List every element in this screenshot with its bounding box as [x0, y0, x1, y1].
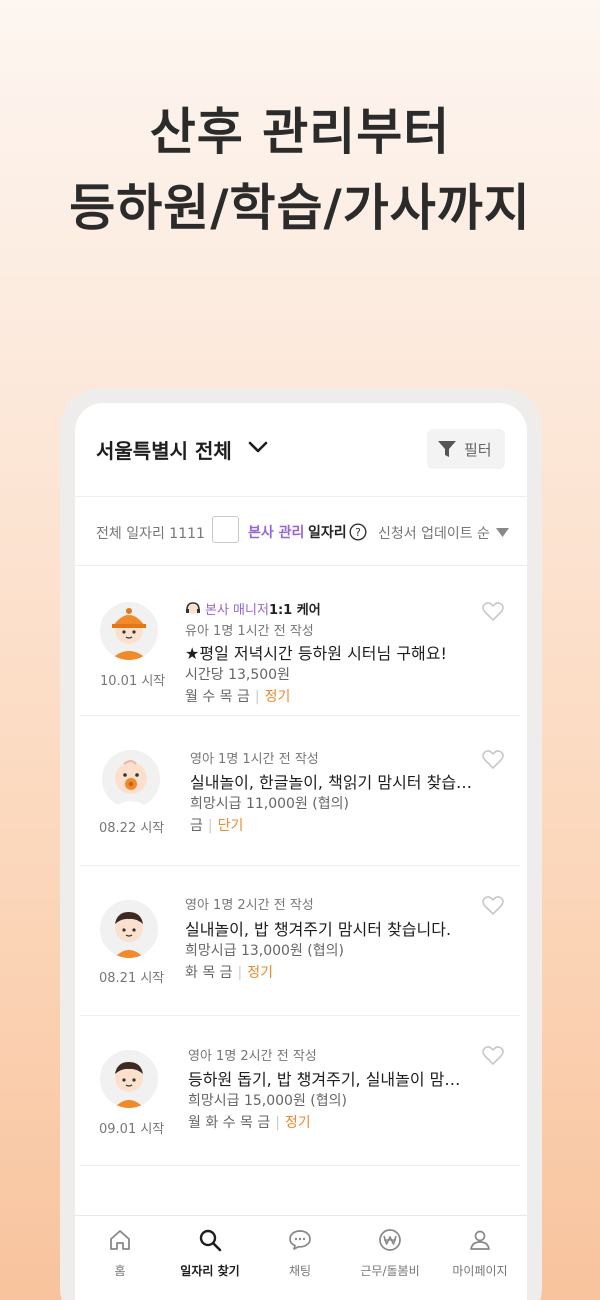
- job-card[interactable]: 08.22 시작 영아 1명 1시간 전 작성 실내놀이, 한글놀이, 책읽기 …: [80, 716, 520, 866]
- chevron-down-icon[interactable]: [247, 439, 269, 455]
- heart-icon[interactable]: [482, 1046, 504, 1066]
- sort-caret-down-icon[interactable]: [496, 528, 509, 537]
- help-question-icon[interactable]: ?: [349, 523, 367, 541]
- job-schedule: 월 화 수 목 금 | 정기: [188, 1115, 311, 1131]
- won-coin-icon: [379, 1229, 401, 1251]
- job-meta: 영아 1명 2시간 전 작성: [188, 1049, 317, 1064]
- manager-badge-label: 본사 매니저: [205, 603, 269, 618]
- job-days: 월 화 수 목 금: [188, 1115, 271, 1131]
- job-schedule: 월 수 목 금 | 정기: [185, 689, 291, 705]
- job-card[interactable]: 08.21 시작 영아 1명 2시간 전 작성 실내놀이, 밥 챙겨주기 맘시터…: [80, 866, 520, 1016]
- list-options-bar: 전체 일자리 1111 본사 관리 일자리 ? 신청서 업데이트 순: [75, 498, 527, 566]
- baby-pacifier-avatar: [102, 750, 160, 808]
- job-meta: 영아 1명 1시간 전 작성: [190, 752, 319, 767]
- filter-button[interactable]: 필터: [427, 429, 505, 469]
- nav-job-search-label: 일자리 찾기: [180, 1264, 240, 1278]
- child-orange-hat-avatar: [100, 602, 158, 660]
- job-days: 금: [190, 818, 203, 834]
- job-days: 월 수 목 금: [185, 689, 250, 705]
- filter-funnel-icon: [438, 441, 456, 457]
- job-wage: 희망시급 15,000원 (협의): [188, 1093, 347, 1109]
- filter-label: 필터: [464, 441, 492, 459]
- job-schedule: 금 | 단기: [190, 818, 244, 834]
- job-wage: 희망시급 13,000원 (협의): [185, 943, 344, 959]
- app-screen: 서울특별시 전체 필터 전체 일자리 1111 본사 관리 일자리 ? 신청서 …: [75, 403, 527, 1300]
- search-icon: [199, 1229, 222, 1252]
- svg-text:?: ?: [355, 526, 361, 539]
- job-meta: 유아 1명 1시간 전 작성: [185, 624, 314, 639]
- nav-job-search[interactable]: 일자리 찾기: [165, 1216, 255, 1296]
- nav-work-pay-label: 근무/돌봄비: [360, 1264, 420, 1278]
- job-wage: 희망시급 11,000원 (협의): [190, 796, 349, 812]
- top-bar: 서울특별시 전체 필터: [75, 403, 527, 497]
- job-term: 정기: [284, 1115, 311, 1131]
- job-term: 정기: [264, 689, 291, 705]
- job-title[interactable]: 등하원 돕기, 밥 챙겨주기, 실내놀이 맘시터…: [188, 1066, 475, 1090]
- headline-line-1: 산후 관리부터: [149, 103, 451, 161]
- start-date: 10.01 시작: [100, 674, 166, 689]
- total-jobs-count: 전체 일자리 1111: [96, 526, 205, 542]
- nav-home-label: 홈: [114, 1264, 126, 1278]
- person-icon: [470, 1230, 490, 1250]
- baby-boy-avatar: [100, 1050, 158, 1108]
- heart-icon[interactable]: [482, 896, 504, 916]
- heart-icon[interactable]: [482, 602, 504, 622]
- care-badge-label: 1:1 케어: [268, 603, 321, 618]
- job-card[interactable]: 09.01 시작 영아 1명 2시간 전 작성 등하원 돕기, 밥 챙겨주기, …: [80, 1016, 520, 1166]
- manager-badge: 본사 매니저1:1 케어: [185, 599, 321, 618]
- manager-headset-icon: [186, 602, 200, 614]
- job-term: 정기: [247, 965, 274, 981]
- home-icon: [110, 1230, 130, 1250]
- start-date: 08.22 시작: [99, 821, 165, 836]
- nav-mypage[interactable]: 마이페이지: [435, 1216, 525, 1296]
- heart-icon[interactable]: [482, 750, 504, 770]
- job-meta: 영아 1명 2시간 전 작성: [185, 898, 314, 913]
- nav-work-pay[interactable]: 근무/돌봄비: [345, 1216, 435, 1296]
- region-selector-label[interactable]: 서울특별시 전체: [96, 435, 232, 464]
- nav-mypage-label: 마이페이지: [452, 1264, 508, 1278]
- start-date: 08.21 시작: [99, 971, 165, 986]
- nav-home[interactable]: 홈: [75, 1216, 165, 1296]
- job-schedule: 화 목 금 | 정기: [185, 965, 274, 981]
- chat-bubble-icon: [289, 1230, 311, 1250]
- job-wage: 시간당 13,500원: [185, 667, 290, 683]
- job-title[interactable]: 실내놀이, 한글놀이, 책읽기 맘시터 찾습니다.: [190, 769, 480, 793]
- job-card[interactable]: 10.01 시작 본사 매니저1:1 케어 유아 1명 1시간 전 작성 ★평일…: [80, 566, 520, 716]
- baby-boy-avatar: [100, 900, 158, 958]
- sort-selector-label[interactable]: 신청서 업데이트 순: [378, 523, 490, 543]
- nav-chat-label: 채팅: [288, 1264, 312, 1278]
- hq-managed-checkbox[interactable]: [212, 516, 239, 543]
- jobs-word-label[interactable]: 일자리: [308, 522, 347, 542]
- headline-line-2: 등하원/학습/가사까지: [69, 179, 531, 237]
- start-date: 09.01 시작: [99, 1122, 165, 1137]
- job-days: 화 목 금: [185, 965, 233, 981]
- job-term: 단기: [217, 818, 244, 834]
- nav-chat[interactable]: 채팅: [255, 1216, 345, 1296]
- bottom-nav: 홈 일자리 찾기 채팅 근무/돌봄비 마이페이지: [75, 1215, 527, 1300]
- hq-managed-label[interactable]: 본사 관리: [248, 522, 304, 542]
- job-title[interactable]: ★평일 저녁시간 등하원 시터님 구해요!: [185, 640, 485, 664]
- job-title[interactable]: 실내놀이, 밥 챙겨주기 맘시터 찾습니다.: [185, 916, 475, 940]
